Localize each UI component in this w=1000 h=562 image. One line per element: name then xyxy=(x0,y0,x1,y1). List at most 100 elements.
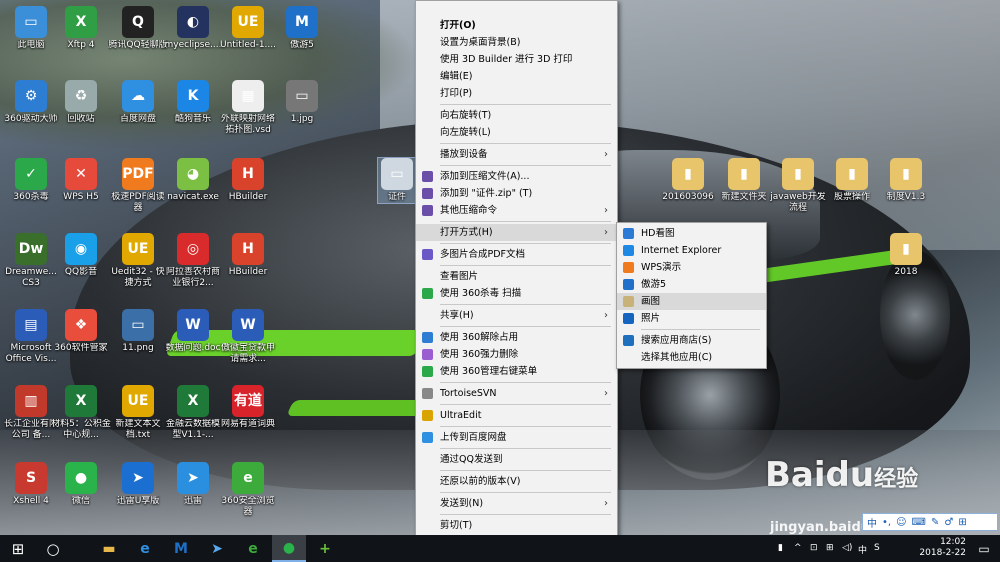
menu-item[interactable]: 搜索应用商店(S) xyxy=(617,332,766,349)
menu-item[interactable]: 选择其他应用(C) xyxy=(617,349,766,366)
taskbar-app-360-safe[interactable]: + xyxy=(308,535,342,562)
tray-icon[interactable]: ⊞ xyxy=(826,543,834,553)
search-button[interactable]: ○ xyxy=(36,535,70,562)
desktop-icon[interactable]: ▮ 新建文件夹 xyxy=(714,158,774,203)
taskbar-app-xunlei[interactable]: ➤ xyxy=(200,535,234,562)
menu-item[interactable]: 向右旋转(T) xyxy=(416,107,617,124)
desktop-icon[interactable]: ▭ 11.png xyxy=(108,309,168,354)
menu-item[interactable]: WPS演示 xyxy=(617,259,766,276)
desktop-icon[interactable]: X 材料5：公积金中心规... xyxy=(51,385,111,441)
menu-item[interactable]: Internet Explorer xyxy=(617,242,766,259)
ime-button[interactable]: ☺ xyxy=(896,517,906,528)
desktop-icon[interactable]: ▮ 201603096 xyxy=(658,158,718,203)
desktop-icon[interactable]: H HBuilder xyxy=(218,158,278,203)
desktop-icon[interactable]: ▮ 股票操作 xyxy=(822,158,882,203)
desktop-icon[interactable]: H HBuilder xyxy=(218,233,278,278)
menu-item[interactable]: 共享(H) › xyxy=(416,307,617,324)
menu-item[interactable]: 播放到设备 › xyxy=(416,146,617,163)
menu-item[interactable]: 使用 360强力删除 xyxy=(416,346,617,363)
menu-item[interactable]: 傲游5 xyxy=(617,276,766,293)
desktop-icon[interactable]: PDF 极速PDF阅读器 xyxy=(108,158,168,214)
menu-item[interactable]: UltraEdit xyxy=(416,407,617,424)
desktop-icon[interactable]: ❖ 360软件管家 xyxy=(51,309,111,354)
menu-item[interactable]: 剪切(T) xyxy=(416,517,617,534)
menu-item[interactable]: 使用 360杀毒 扫描 xyxy=(416,285,617,302)
menu-item[interactable]: 编辑(E) xyxy=(416,68,617,85)
taskbar-app-ie[interactable]: e xyxy=(128,535,162,562)
menu-item-label: 添加到压缩文件(A)... xyxy=(440,171,530,182)
taskbar-app-360-browser[interactable]: e xyxy=(236,535,270,562)
desktop-icon[interactable]: X Xftp 4 xyxy=(51,6,111,51)
notification-icon[interactable]: ▭ xyxy=(972,535,996,562)
menu-item[interactable]: 查看图片 xyxy=(416,268,617,285)
desktop-icon[interactable]: UE Uedit32 - 快捷方式 xyxy=(108,233,168,289)
taskbar-app-maxthon[interactable]: M xyxy=(164,535,198,562)
desktop-icon[interactable]: ▭ 证件 xyxy=(377,157,417,204)
desktop-icon[interactable]: ▦ 外联映射网络拓扑图.vsd xyxy=(218,80,278,136)
desktop-icon[interactable]: K 酷狗音乐 xyxy=(163,80,223,125)
desktop-icon[interactable]: ▮ 制度V1.3 xyxy=(876,158,936,203)
menu-item[interactable]: 设置为桌面背景(B) xyxy=(416,34,617,51)
ime-button[interactable]: ⊞ xyxy=(958,517,966,528)
desktop-icon[interactable]: ➤ 迅雷U享版 xyxy=(108,462,168,507)
menu-item[interactable]: 通过QQ发送到 xyxy=(416,451,617,468)
menu-item[interactable]: 发送到(N) › xyxy=(416,495,617,512)
menu-item[interactable]: 添加到 "证件.zip" (T) xyxy=(416,185,617,202)
menu-item[interactable]: 其他压缩命令 › xyxy=(416,202,617,219)
tray-icon[interactable]: ⊡ xyxy=(810,543,818,553)
desktop-icon[interactable]: ▮ javaweb开发流程 xyxy=(768,158,828,214)
taskbar-app-wechat[interactable]: ● xyxy=(272,535,306,562)
desktop-icon[interactable]: ◕ navicat.exe xyxy=(163,158,223,203)
desktop-icon[interactable]: ➤ 迅雷 xyxy=(163,462,223,507)
menu-item[interactable]: 还原以前的版本(V) xyxy=(416,473,617,490)
menu-item[interactable]: HD看图 xyxy=(617,225,766,242)
desktop-icon[interactable]: 有道 网易有道词典 xyxy=(218,385,278,430)
desktop-icon[interactable]: ▭ 1.jpg xyxy=(272,80,332,125)
desktop-icon[interactable]: ◉ QQ影音 xyxy=(51,233,111,278)
menu-item[interactable]: 照片 xyxy=(617,310,766,327)
menu-item[interactable]: 打印(P) xyxy=(416,85,617,102)
menu-item[interactable]: 使用 360管理右键菜单 xyxy=(416,363,617,380)
desktop-icon[interactable]: W 傲徽宝贷款申请需求... xyxy=(218,309,278,365)
desktop-icon-label: WPS H5 xyxy=(63,192,99,202)
menu-item[interactable]: 使用 3D Builder 进行 3D 打印 xyxy=(416,51,617,68)
desktop-icon[interactable]: ♻ 回收站 xyxy=(51,80,111,125)
ime-button[interactable]: ⌨ xyxy=(912,517,926,528)
tray-icon[interactable]: 中 xyxy=(858,543,867,556)
clock[interactable]: 12:02 2018-2-22 xyxy=(919,537,966,559)
menu-item[interactable]: TortoiseSVN › xyxy=(416,385,617,402)
ime-button[interactable]: •, xyxy=(882,517,891,528)
menu-item[interactable]: 向左旋转(L) xyxy=(416,124,617,141)
desktop-icon[interactable]: UE Untitled-1.... xyxy=(218,6,278,51)
desktop-icon[interactable]: e 360安全浏览器 xyxy=(218,462,278,518)
desktop-icon[interactable]: X 金融云数据模型V1.1-... xyxy=(163,385,223,441)
ime-button[interactable]: ✎ xyxy=(931,517,939,528)
desktop-icon[interactable]: ✕ WPS H5 xyxy=(51,158,111,203)
menu-item[interactable]: 画图 xyxy=(617,293,766,310)
menu-item[interactable]: 上传到百度网盘 xyxy=(416,429,617,446)
desktop-icon[interactable]: M 傲游5 xyxy=(272,6,332,51)
desktop-icon[interactable]: ◐ myeclipse.... xyxy=(163,6,223,51)
desktop-icon[interactable]: UE 新建文本文档.txt xyxy=(108,385,168,441)
desktop-icon[interactable]: ● 微信 xyxy=(51,462,111,507)
menu-item[interactable]: 多图片合成PDF文档 xyxy=(416,246,617,263)
menu-item[interactable]: 打开方式(H) › xyxy=(416,224,617,241)
tray-icon[interactable]: ^ xyxy=(794,543,802,553)
menu-item[interactable]: 打开(O) xyxy=(416,17,617,34)
desktop-icon[interactable]: Q 腾讯QQ轻聊版 xyxy=(108,6,168,51)
ime-button[interactable]: 中 xyxy=(867,515,877,530)
taskbar-app-file-explorer[interactable]: ▬ xyxy=(92,535,126,562)
desktop-icon[interactable]: ☁ 百度网盘 xyxy=(108,80,168,125)
tray-icon[interactable]: S xyxy=(874,543,880,553)
desktop-icon[interactable]: ▮ 2018 xyxy=(876,233,936,278)
ime-button[interactable]: ♂ xyxy=(944,517,953,528)
start-button[interactable]: ⊞ xyxy=(0,535,36,562)
desktop-icon[interactable]: W 数据问题.doc xyxy=(163,309,223,354)
menu-item[interactable]: 使用 360解除占用 xyxy=(416,329,617,346)
menu-separator xyxy=(440,143,611,144)
menu-item[interactable]: 添加到压缩文件(A)... xyxy=(416,168,617,185)
tray-icon[interactable]: ▮ xyxy=(778,543,783,553)
tray-icon[interactable]: ◁) xyxy=(842,543,852,553)
ime-toolbar[interactable]: 中 •, ☺ ⌨ ✎ ♂ ⊞ xyxy=(862,513,998,531)
desktop-icon[interactable]: ◎ 阿拉善农村商业银行2... xyxy=(163,233,223,289)
